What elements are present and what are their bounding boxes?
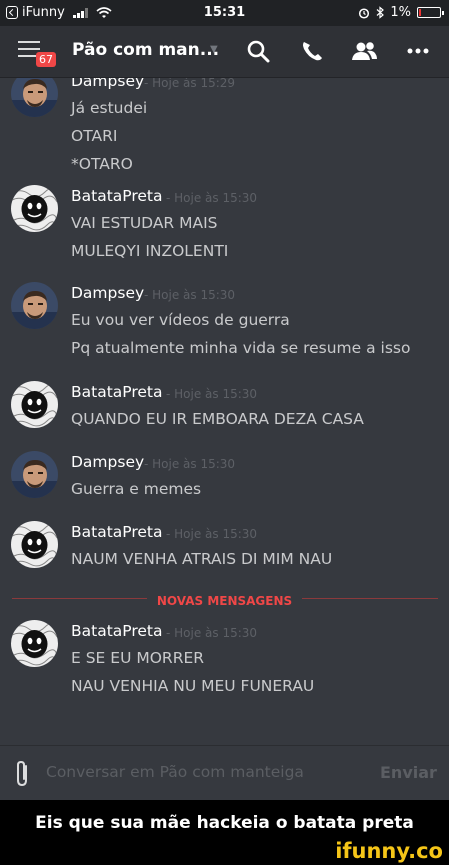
phone-icon[interactable] — [298, 38, 328, 64]
message-text: Guerra e memes — [71, 480, 202, 498]
message-text: QUANDO EU IR EMBOARA DEZA CASA — [71, 410, 364, 428]
message-timestamp: - Hoje às 15:30 — [166, 527, 258, 541]
message-group[interactable]: BatataPreta - Hoje às 15:30 VAI ESTUDAR MA… — [0, 185, 449, 273]
message-group[interactable]: BatataPreta - Hoje às 15:30 E SE EU MORRER… — [0, 620, 449, 708]
channel-title[interactable]: Pão com man... — [72, 40, 219, 60]
message-timestamp: - Hoje às 15:30 — [166, 387, 258, 401]
message-timestamp: - Hoje às 15:30 — [166, 191, 258, 205]
avatar[interactable] — [11, 381, 58, 428]
channel-header: 67 Pão com man... ▼ — [0, 26, 449, 78]
attachment-icon[interactable] — [14, 760, 32, 788]
avatar[interactable] — [11, 185, 58, 232]
more-icon[interactable] — [403, 38, 433, 64]
message-text: VAI ESTUDAR MAIS — [71, 214, 218, 232]
message-text: MULEQYI INZOLENTI — [71, 242, 229, 260]
message-author[interactable]: Dampsey — [71, 453, 144, 471]
unread-badge: 67 — [36, 52, 56, 67]
avatar[interactable] — [11, 451, 58, 498]
message-author[interactable]: Dampsey — [71, 78, 144, 90]
new-messages-label: NOVAS MENSAGENS — [146, 594, 303, 608]
alarm-icon — [359, 7, 370, 19]
avatar[interactable] — [11, 282, 58, 329]
message-author[interactable]: Dampsey — [71, 284, 144, 302]
message-text: *OTARO — [71, 155, 133, 173]
caption-text: Eis que sua mãe hackeia o batata preta — [35, 813, 414, 833]
message-author[interactable]: BatataPreta — [71, 187, 163, 205]
message-group[interactable]: BatataPreta - Hoje às 15:30 NAUM VENHA ATR… — [0, 521, 449, 581]
message-author[interactable]: BatataPreta — [71, 622, 163, 640]
message-text: OTARI — [71, 127, 118, 145]
message-author[interactable]: BatataPreta — [71, 383, 163, 401]
message-text: Eu vou ver vídeos de guerra — [71, 311, 290, 329]
new-messages-divider: NOVAS MENSAGENS — [0, 590, 449, 609]
message-group[interactable]: Dampsey - Hoje às 15:30 Eu vou ver vídeos … — [0, 282, 449, 370]
avatar[interactable] — [11, 521, 58, 568]
message-timestamp: - Hoje às 15:30 — [166, 626, 258, 640]
message-text: NAUM VENHA ATRAIS DI MIM NAU — [71, 550, 333, 568]
message-text: Pq atualmente minha vida se resume a iss… — [71, 339, 411, 357]
message-list[interactable]: Dampsey - Hoje às 15:29 Já estudei OTARI *OT… — [0, 78, 449, 710]
watermark: ifunny.co — [335, 839, 443, 863]
message-group[interactable]: Dampsey - Hoje às 15:30 Guerra e memes — [0, 451, 449, 511]
status-bar: iFunny 15:31 1% — [0, 0, 449, 26]
message-text: Já estudei — [71, 99, 148, 117]
message-composer: Conversar em Pão com manteiga Enviar — [0, 745, 449, 800]
bluetooth-icon — [376, 6, 385, 19]
meme-caption: Eis que sua mãe hackeia o batata preta i… — [0, 800, 449, 865]
message-text: E SE EU MORRER — [71, 649, 205, 667]
battery-icon — [417, 7, 444, 18]
message-author[interactable]: BatataPreta — [71, 523, 163, 541]
message-timestamp: - Hoje às 15:30 — [144, 457, 236, 471]
message-timestamp: - Hoje às 15:29 — [144, 78, 236, 90]
message-group[interactable]: BatataPreta - Hoje às 15:30 QUANDO EU IR E… — [0, 381, 449, 441]
message-input[interactable]: Conversar em Pão com manteiga — [46, 763, 304, 781]
message-text: NAU VENHIA NU MEU FUNERAU — [71, 677, 315, 695]
message-group[interactable]: Dampsey - Hoje às 15:29 Já estudei OTARI *OT… — [0, 78, 449, 186]
avatar[interactable] — [11, 78, 58, 117]
send-button[interactable]: Enviar — [380, 763, 437, 782]
avatar[interactable] — [11, 620, 58, 667]
battery-percent: 1% — [390, 5, 411, 20]
members-icon[interactable] — [350, 38, 380, 64]
message-timestamp: - Hoje às 15:30 — [144, 288, 236, 302]
chevron-down-icon[interactable]: ▼ — [210, 44, 218, 55]
search-icon[interactable] — [244, 38, 274, 64]
